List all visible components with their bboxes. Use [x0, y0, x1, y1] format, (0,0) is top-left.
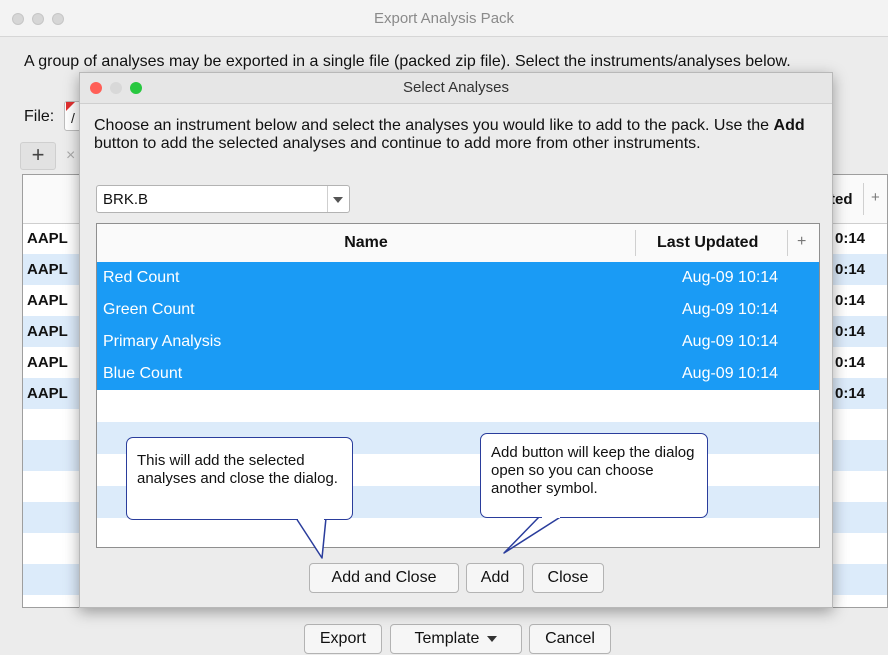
right-callout-pointer — [503, 515, 563, 554]
left-callout-pointer — [295, 517, 327, 559]
callout-join — [542, 515, 560, 518]
callout-add: Add button will keep the dialog open so … — [480, 433, 708, 518]
callout-join — [298, 517, 324, 520]
callout-add-and-close: This will add the selected analyses and … — [126, 437, 353, 520]
callout-pointers — [295, 515, 563, 559]
